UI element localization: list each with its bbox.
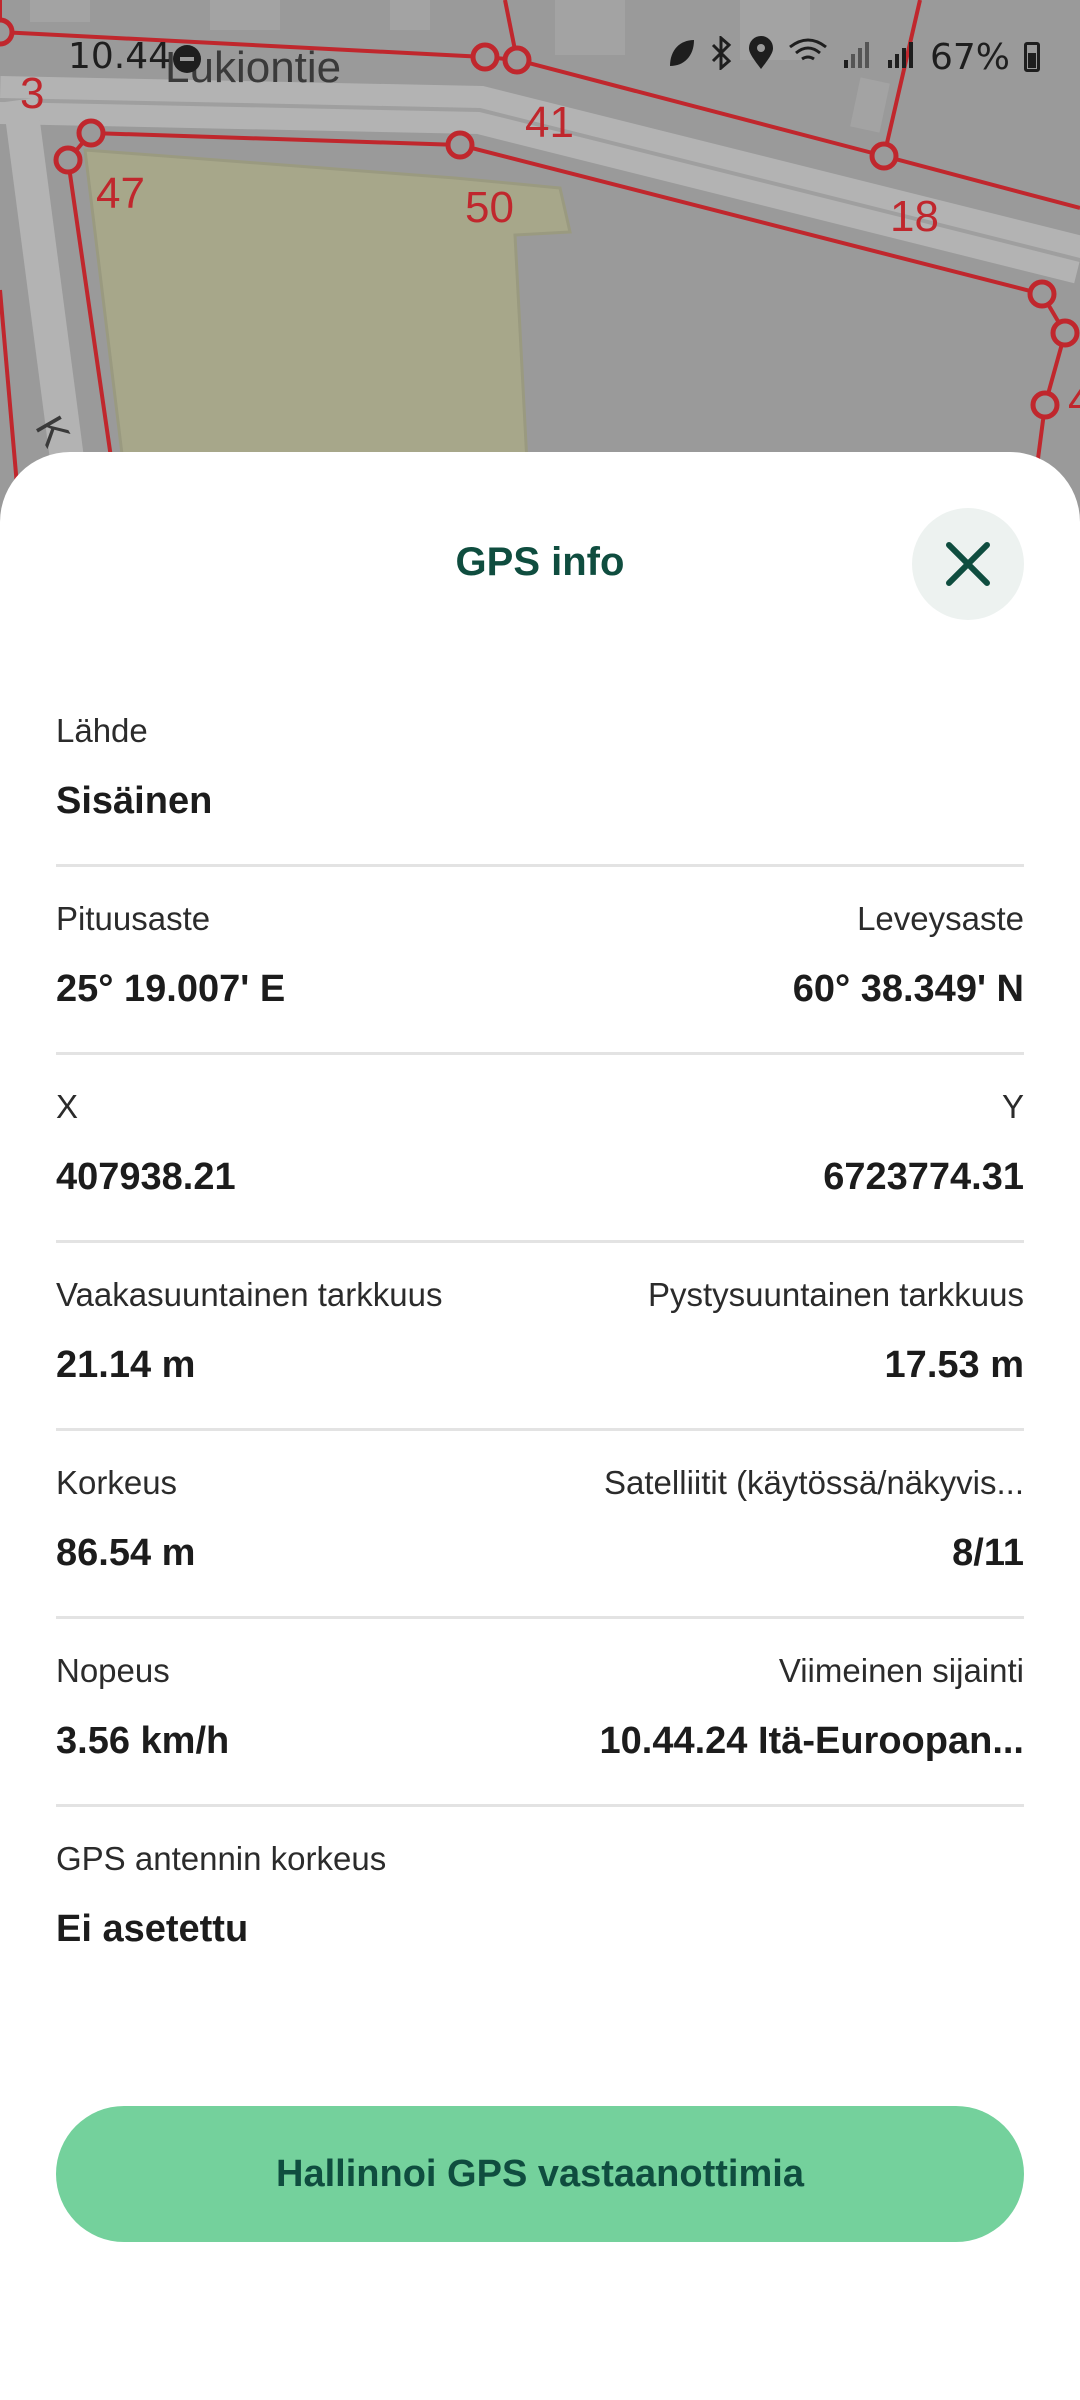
status-icons: 67% bbox=[668, 34, 1040, 78]
bluetooth-icon bbox=[710, 34, 734, 78]
speed-value: 3.56 km/h bbox=[56, 1720, 230, 1762]
vertical-accuracy-label: Pystysuuntainen tarkkuus bbox=[647, 1276, 1024, 1313]
altitude-field: Korkeus 86.54 m bbox=[56, 1464, 195, 1575]
speed-label: Nopeus bbox=[56, 1652, 170, 1689]
gps-info-sheet: GPS info Lähde Sisäinen Pituusaste 25° 1… bbox=[0, 452, 1080, 2400]
latitude-field: Leveysaste 60° 38.349' N bbox=[793, 900, 1024, 1011]
longitude-label: Pituusaste bbox=[56, 900, 211, 937]
latitude-label: Leveysaste bbox=[857, 900, 1024, 937]
satellites-value: 8/11 bbox=[952, 1532, 1024, 1574]
satellites-label: Satelliitit (käytössä/näkyvis... bbox=[604, 1464, 1024, 1501]
wifi-icon bbox=[788, 37, 828, 77]
x-label: X bbox=[56, 1088, 79, 1125]
divider bbox=[56, 864, 1024, 867]
last-location-value: 10.44.24 Itä-Euroopan... bbox=[599, 1720, 1024, 1762]
divider bbox=[56, 1428, 1024, 1431]
close-icon bbox=[946, 542, 990, 586]
longitude-value: 25° 19.007' E bbox=[56, 968, 286, 1010]
horizontal-accuracy-label: Vaakasuuntainen tarkkuus bbox=[56, 1276, 443, 1313]
vertical-accuracy-field: Pystysuuntainen tarkkuus 17.53 m bbox=[648, 1276, 1024, 1387]
antenna-height-label: GPS antennin korkeus bbox=[56, 1840, 387, 1877]
signal-icon bbox=[886, 38, 916, 76]
antenna-height-field: GPS antennin korkeus Ei asetettu bbox=[56, 1840, 386, 1951]
leaf-icon bbox=[668, 38, 696, 76]
divider bbox=[56, 1240, 1024, 1243]
antenna-height-value: Ei asetettu bbox=[56, 1908, 249, 1950]
manage-gps-receivers-button[interactable]: Hallinnoi GPS vastaanottimia bbox=[56, 2106, 1024, 2242]
status-time: 10.44 bbox=[68, 36, 172, 77]
signal-icon bbox=[842, 38, 872, 76]
source-label: Lähde bbox=[56, 712, 148, 749]
horizontal-accuracy-field: Vaakasuuntainen tarkkuus 21.14 m bbox=[56, 1276, 442, 1387]
divider bbox=[56, 1052, 1024, 1055]
speed-field: Nopeus 3.56 km/h bbox=[56, 1652, 229, 1763]
longitude-field: Pituusaste 25° 19.007' E bbox=[56, 900, 285, 1011]
parcel-number: 50 bbox=[465, 183, 514, 232]
latitude-value: 60° 38.349' N bbox=[792, 968, 1024, 1010]
divider bbox=[56, 1616, 1024, 1619]
horizontal-accuracy-value: 21.14 m bbox=[56, 1344, 196, 1386]
y-value: 6723774.31 bbox=[823, 1156, 1024, 1198]
close-button[interactable] bbox=[912, 508, 1024, 620]
location-icon bbox=[748, 36, 774, 78]
x-field: X 407938.21 bbox=[56, 1088, 236, 1199]
y-label: Y bbox=[1001, 1088, 1024, 1125]
altitude-label: Korkeus bbox=[56, 1464, 178, 1501]
x-value: 407938.21 bbox=[56, 1156, 236, 1198]
last-location-label: Viimeinen sijainti bbox=[778, 1652, 1024, 1689]
parcel-number: 47 bbox=[96, 169, 145, 218]
dnd-icon bbox=[172, 44, 202, 78]
last-location-field: Viimeinen sijainti 10.44.24 Itä-Euroopan… bbox=[600, 1652, 1024, 1763]
status-bar: 10.44 67% bbox=[0, 0, 1080, 120]
satellites-field: Satelliitit (käytössä/näkyvis... 8/11 bbox=[604, 1464, 1024, 1575]
parcel-number: 4 bbox=[1068, 376, 1080, 425]
y-field: Y 6723774.31 bbox=[823, 1088, 1024, 1199]
source-value: Sisäinen bbox=[56, 780, 213, 822]
parcel-number: 18 bbox=[890, 192, 939, 241]
battery-percentage: 67% bbox=[929, 36, 1010, 78]
divider bbox=[56, 1804, 1024, 1807]
vertical-accuracy-value: 17.53 m bbox=[884, 1344, 1024, 1386]
source-field: Lähde Sisäinen bbox=[56, 712, 212, 823]
battery-icon bbox=[1024, 42, 1040, 72]
altitude-value: 86.54 m bbox=[56, 1532, 196, 1574]
